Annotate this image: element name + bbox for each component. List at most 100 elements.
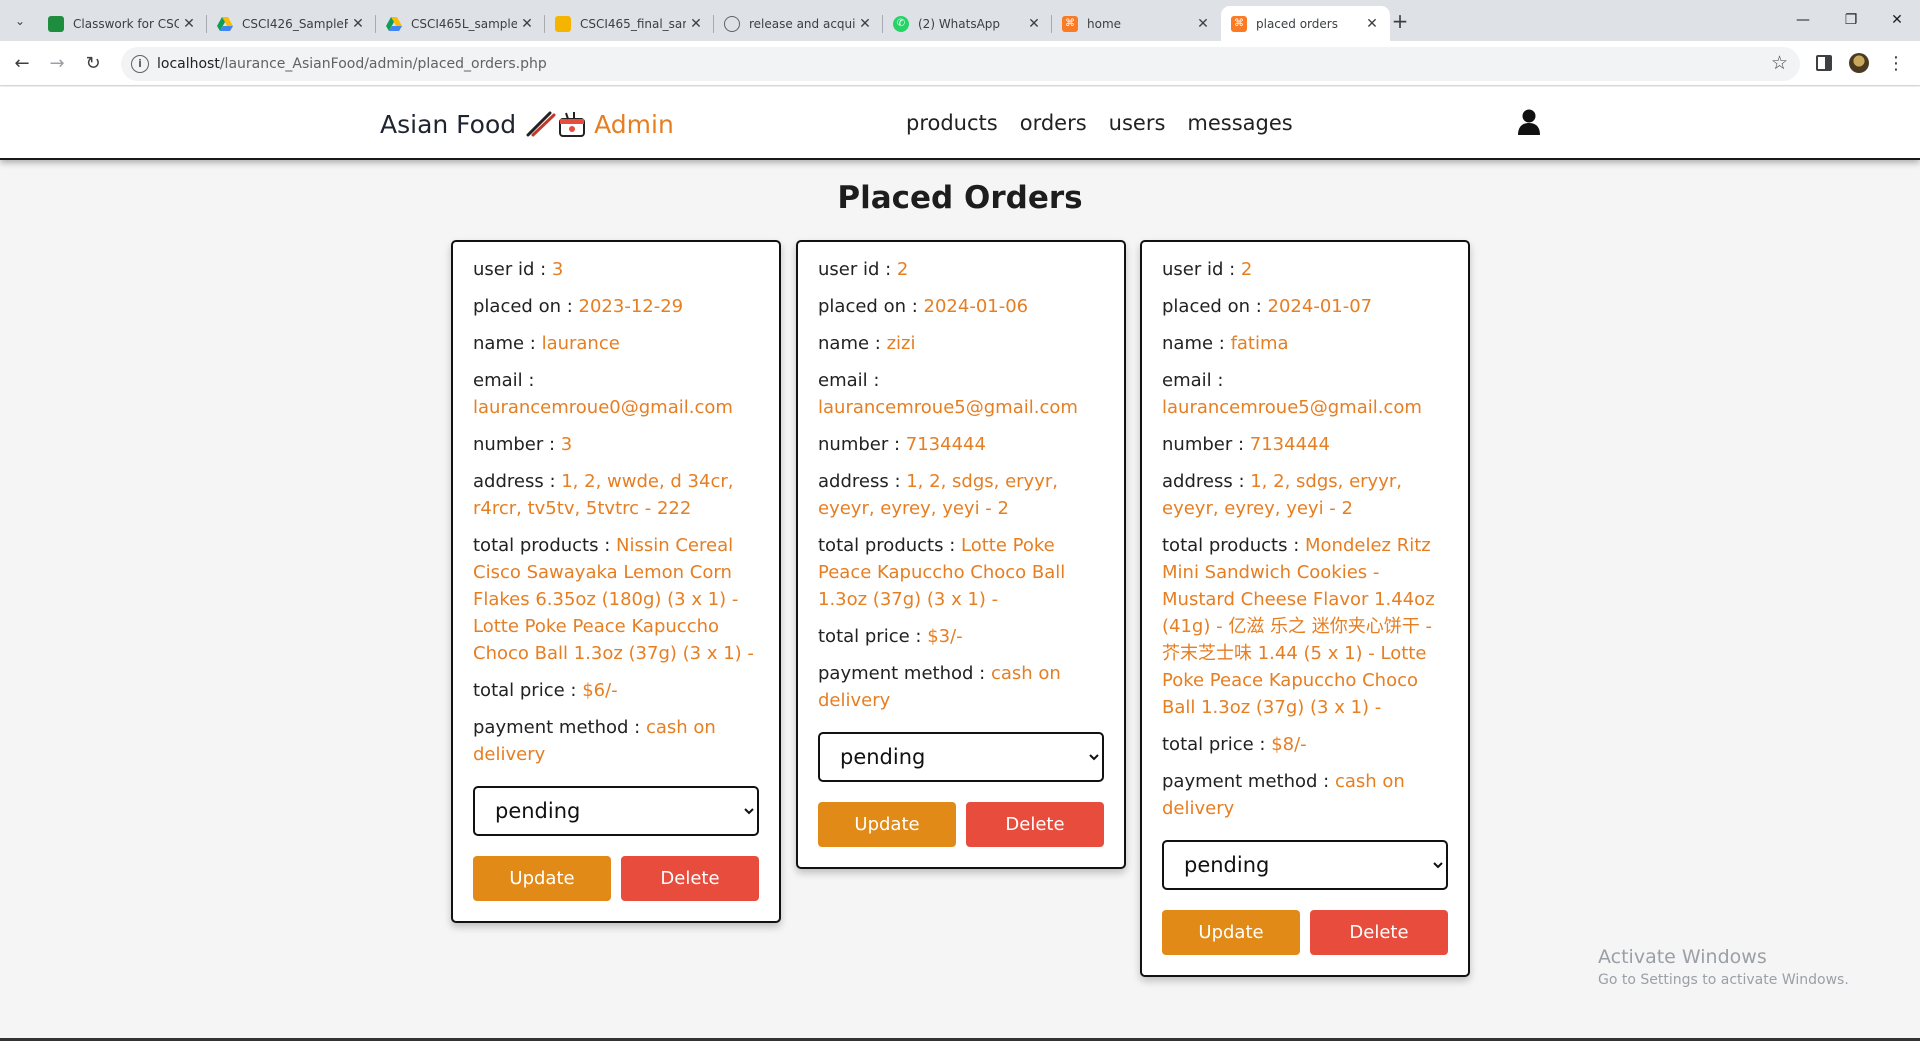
nav-link-messages[interactable]: messages bbox=[1187, 111, 1292, 135]
tab-close-icon[interactable]: ✕ bbox=[855, 16, 875, 32]
logo-text: Asian Food bbox=[380, 109, 517, 139]
tab-close-icon[interactable]: ✕ bbox=[348, 16, 368, 32]
bookmark-star-icon[interactable]: ☆ bbox=[1771, 52, 1788, 74]
tab-label: Classwork for CSCI426- A bbox=[73, 16, 179, 31]
order-status-select[interactable]: pending bbox=[1162, 840, 1448, 890]
window-close-icon[interactable]: ✕ bbox=[1874, 6, 1920, 34]
drive-icon bbox=[386, 16, 402, 32]
tab-close-icon[interactable]: ✕ bbox=[179, 16, 199, 32]
order-placed-on: placed on : 2023-12-29 bbox=[473, 296, 684, 317]
order-user-id: user id : 2 bbox=[818, 259, 909, 280]
order-total-price: total price : $6/- bbox=[473, 680, 618, 701]
tab-label: home bbox=[1087, 16, 1122, 31]
update-button[interactable]: Update bbox=[473, 856, 611, 901]
watermark-subtitle: Go to Settings to activate Windows. bbox=[1598, 972, 1849, 988]
url-host: localhost bbox=[157, 56, 220, 72]
main-nav: products orders users messages bbox=[906, 111, 1293, 135]
browser-tab-whatsapp[interactable]: ✆ (2) WhatsApp ✕ bbox=[883, 6, 1052, 41]
order-card: user id : 3 placed on : 2023-12-29 name … bbox=[451, 240, 781, 923]
drive-icon bbox=[217, 16, 233, 32]
forward-icon[interactable]: → bbox=[44, 51, 70, 77]
activate-windows-watermark: Activate Windows Go to Settings to activ… bbox=[1598, 946, 1849, 988]
tab-label: placed orders bbox=[1256, 16, 1338, 31]
order-address: address : 1, 2, wwde, d 34cr, r4rcr, tv5… bbox=[473, 471, 734, 519]
xampp-icon: ⌘ bbox=[1062, 15, 1078, 32]
tab-label: CSCI465_final_sample_sol bbox=[580, 16, 686, 31]
url-field[interactable]: i localhost/laurance_AsianFood/admin/pla… bbox=[121, 47, 1800, 81]
browser-tab-sample-sol[interactable]: CSCI465_final_sample_sol ✕ bbox=[545, 6, 714, 41]
browser-tab-classwork[interactable]: Classwork for CSCI426- A ✕ bbox=[38, 6, 207, 41]
restore-icon[interactable]: ❐ bbox=[1828, 6, 1874, 34]
noodle-bowl-icon bbox=[524, 109, 588, 139]
browser-tab-samplefinal[interactable]: CSCI426_SampleFinal Exa ✕ bbox=[207, 6, 376, 41]
order-placed-on: placed on : 2024-01-07 bbox=[1162, 296, 1373, 317]
tab-label: CSCI426_SampleFinal Exa bbox=[242, 16, 348, 31]
page-title: Placed Orders bbox=[837, 180, 1083, 216]
tab-close-icon[interactable]: ✕ bbox=[1362, 16, 1382, 32]
tab-close-icon[interactable]: ✕ bbox=[517, 16, 537, 32]
delete-button[interactable]: Delete bbox=[621, 856, 759, 901]
nav-link-products[interactable]: products bbox=[906, 111, 998, 135]
profile-avatar[interactable] bbox=[1849, 53, 1869, 73]
tab-close-icon[interactable]: ✕ bbox=[1024, 16, 1044, 32]
tab-close-icon[interactable]: ✕ bbox=[686, 16, 706, 32]
classroom-icon bbox=[48, 15, 64, 32]
globe-icon bbox=[724, 15, 740, 32]
user-icon[interactable] bbox=[1518, 109, 1540, 135]
order-card: user id : 2 placed on : 2024-01-07 name … bbox=[1140, 240, 1470, 977]
order-payment-method: payment method : cash on delivery bbox=[818, 663, 1061, 711]
order-email: email : laurancemroue0@gmail.com bbox=[473, 370, 733, 418]
order-payment-method: payment method : cash on delivery bbox=[473, 717, 716, 765]
tab-search-icon[interactable]: ⌄ bbox=[6, 9, 34, 33]
update-button[interactable]: Update bbox=[818, 802, 956, 847]
site-header: Asian Food Admin products orders users m… bbox=[0, 87, 1920, 160]
order-email: email : laurancemroue5@gmail.com bbox=[1162, 370, 1422, 418]
slides-icon bbox=[555, 15, 571, 32]
order-name: name : laurance bbox=[473, 333, 620, 354]
order-total-price: total price : $8/- bbox=[1162, 734, 1307, 755]
delete-button[interactable]: Delete bbox=[1310, 910, 1448, 955]
watermark-title: Activate Windows bbox=[1598, 946, 1767, 968]
tab-label: release and acquire java - bbox=[749, 16, 855, 31]
browser-tab-placed-orders[interactable]: ⌘ placed orders ✕ bbox=[1221, 6, 1390, 41]
browser-menu-icon[interactable]: ⋮ bbox=[1887, 51, 1905, 77]
tab-label: (2) WhatsApp bbox=[918, 16, 1001, 31]
browser-tab-home[interactable]: ⌘ home ✕ bbox=[1052, 6, 1221, 41]
new-tab-button[interactable]: + bbox=[1386, 8, 1414, 34]
tab-close-icon[interactable]: ✕ bbox=[1193, 16, 1213, 32]
order-address: address : 1, 2, sdgs, eryyr, eyeyr, eyre… bbox=[1162, 471, 1402, 519]
back-icon[interactable]: ← bbox=[9, 51, 35, 77]
browser-tab-bar: ⌄ Classwork for CSCI426- A ✕ CSCI426_Sam… bbox=[0, 0, 1920, 41]
nav-link-orders[interactable]: orders bbox=[1020, 111, 1087, 135]
order-number: number : 7134444 bbox=[1162, 434, 1330, 455]
logo-admin: Admin bbox=[594, 109, 674, 139]
order-status-select[interactable]: pending bbox=[473, 786, 759, 836]
order-address: address : 1, 2, sdgs, eryyr, eyeyr, eyre… bbox=[818, 471, 1058, 519]
xampp-icon: ⌘ bbox=[1231, 15, 1247, 32]
minimize-icon[interactable]: — bbox=[1780, 6, 1826, 34]
order-payment-method: payment method : cash on delivery bbox=[1162, 771, 1405, 819]
order-total-products: total products : Mondelez Ritz Mini Sand… bbox=[1162, 535, 1435, 718]
update-button[interactable]: Update bbox=[1162, 910, 1300, 955]
order-card: user id : 2 placed on : 2024-01-06 name … bbox=[796, 240, 1126, 869]
side-panel-icon[interactable] bbox=[1816, 55, 1832, 71]
url-path: /laurance_AsianFood/admin/placed_orders.… bbox=[219, 56, 547, 72]
order-status-select[interactable]: pending bbox=[818, 732, 1104, 782]
order-name: name : zizi bbox=[818, 333, 916, 354]
tab-label: CSCI465L_sample_final.do bbox=[411, 16, 517, 31]
order-user-id: user id : 3 bbox=[473, 259, 564, 280]
order-total-products: total products : Nissin Cereal Cisco Saw… bbox=[473, 535, 754, 664]
delete-button[interactable]: Delete bbox=[966, 802, 1104, 847]
order-placed-on: placed on : 2024-01-06 bbox=[818, 296, 1029, 317]
nav-link-users[interactable]: users bbox=[1109, 111, 1166, 135]
browser-tab-samplefinal-doc[interactable]: CSCI465L_sample_final.do ✕ bbox=[376, 6, 545, 41]
order-total-price: total price : $3/- bbox=[818, 626, 963, 647]
site-info-icon[interactable]: i bbox=[131, 55, 149, 73]
order-number: number : 3 bbox=[473, 434, 573, 455]
site-logo[interactable]: Asian Food Admin bbox=[380, 109, 674, 139]
order-total-products: total products : Lotte Poke Peace Kapucc… bbox=[818, 535, 1066, 610]
order-name: name : fatima bbox=[1162, 333, 1289, 354]
reload-icon[interactable]: ↻ bbox=[80, 51, 106, 77]
browser-address-bar: ← → ↻ i localhost/laurance_AsianFood/adm… bbox=[0, 41, 1920, 86]
browser-tab-release-acquire[interactable]: release and acquire java - ✕ bbox=[714, 6, 883, 41]
